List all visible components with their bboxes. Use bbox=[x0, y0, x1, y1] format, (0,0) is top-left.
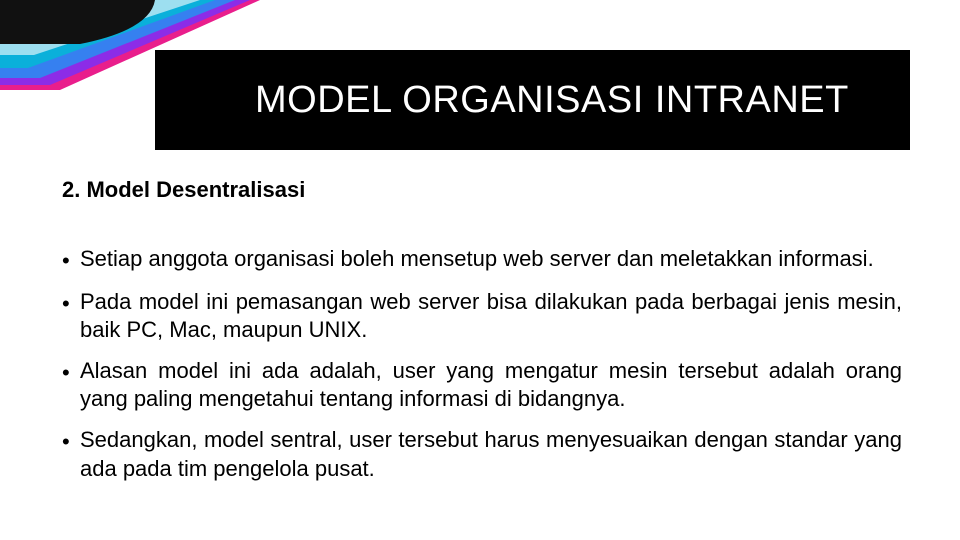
list-item: • Sedangkan, model sentral, user tersebu… bbox=[62, 426, 902, 483]
bullet-dot: • bbox=[62, 357, 80, 388]
bullet-text: Setiap anggota organisasi boleh mensetup… bbox=[80, 245, 902, 274]
bullet-list: • Setiap anggota organisasi boleh menset… bbox=[62, 245, 902, 495]
list-item: • Setiap anggota organisasi boleh menset… bbox=[62, 245, 902, 276]
bullet-dot: • bbox=[62, 426, 80, 457]
bullet-text: Pada model ini pemasangan web server bis… bbox=[80, 288, 902, 345]
list-item: • Alasan model ini ada adalah, user yang… bbox=[62, 357, 902, 414]
list-item: • Pada model ini pemasangan web server b… bbox=[62, 288, 902, 345]
bullet-text: Sedangkan, model sentral, user tersebut … bbox=[80, 426, 902, 483]
bullet-dot: • bbox=[62, 288, 80, 319]
bullet-dot: • bbox=[62, 245, 80, 276]
title-banner: MODEL ORGANISASI INTRANET bbox=[155, 50, 910, 150]
slide-title: MODEL ORGANISASI INTRANET bbox=[255, 79, 849, 122]
bullet-text: Alasan model ini ada adalah, user yang m… bbox=[80, 357, 902, 414]
slide-subtitle: 2. Model Desentralisasi bbox=[62, 177, 305, 203]
